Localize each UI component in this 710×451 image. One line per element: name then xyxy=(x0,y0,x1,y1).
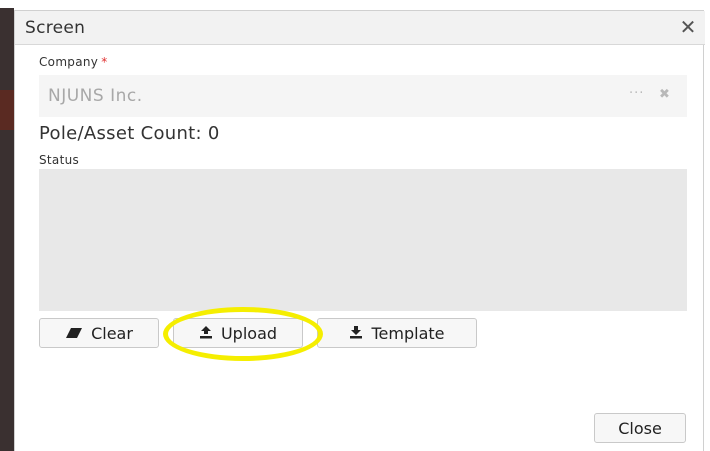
background-page-accent xyxy=(0,90,14,130)
clear-x-icon[interactable]: ✖ xyxy=(659,87,670,102)
required-marker: * xyxy=(101,55,108,69)
clear-button[interactable]: Clear xyxy=(39,318,159,348)
download-icon xyxy=(349,324,363,343)
close-button[interactable]: Close xyxy=(594,413,686,443)
status-textarea[interactable] xyxy=(39,169,687,311)
template-button-label: Template xyxy=(371,323,445,343)
close-icon[interactable]: ✕ xyxy=(677,15,699,39)
screen-dialog: Screen ✕ Company * NJUNS Inc. ··· ✖ Pole/… xyxy=(14,10,705,451)
dialog-title: Screen xyxy=(25,18,86,38)
pole-asset-count: Pole/Asset Count: 0 xyxy=(39,123,220,144)
background-page-edge xyxy=(0,8,14,451)
dialog-titlebar: Screen ✕ xyxy=(15,11,705,45)
eraser-icon xyxy=(65,324,83,343)
clear-button-label: Clear xyxy=(91,323,133,343)
company-field[interactable]: NJUNS Inc. ··· ✖ xyxy=(39,75,687,117)
company-value: NJUNS Inc. xyxy=(48,86,143,106)
status-label: Status xyxy=(39,153,80,167)
company-label: Company xyxy=(39,55,99,69)
company-label-wrap: Company * xyxy=(39,55,108,69)
template-button[interactable]: Template xyxy=(317,318,477,348)
upload-icon xyxy=(199,324,213,343)
ellipsis-icon[interactable]: ··· xyxy=(629,86,644,101)
upload-button-label: Upload xyxy=(220,323,278,343)
upload-button[interactable]: Upload xyxy=(173,318,303,348)
